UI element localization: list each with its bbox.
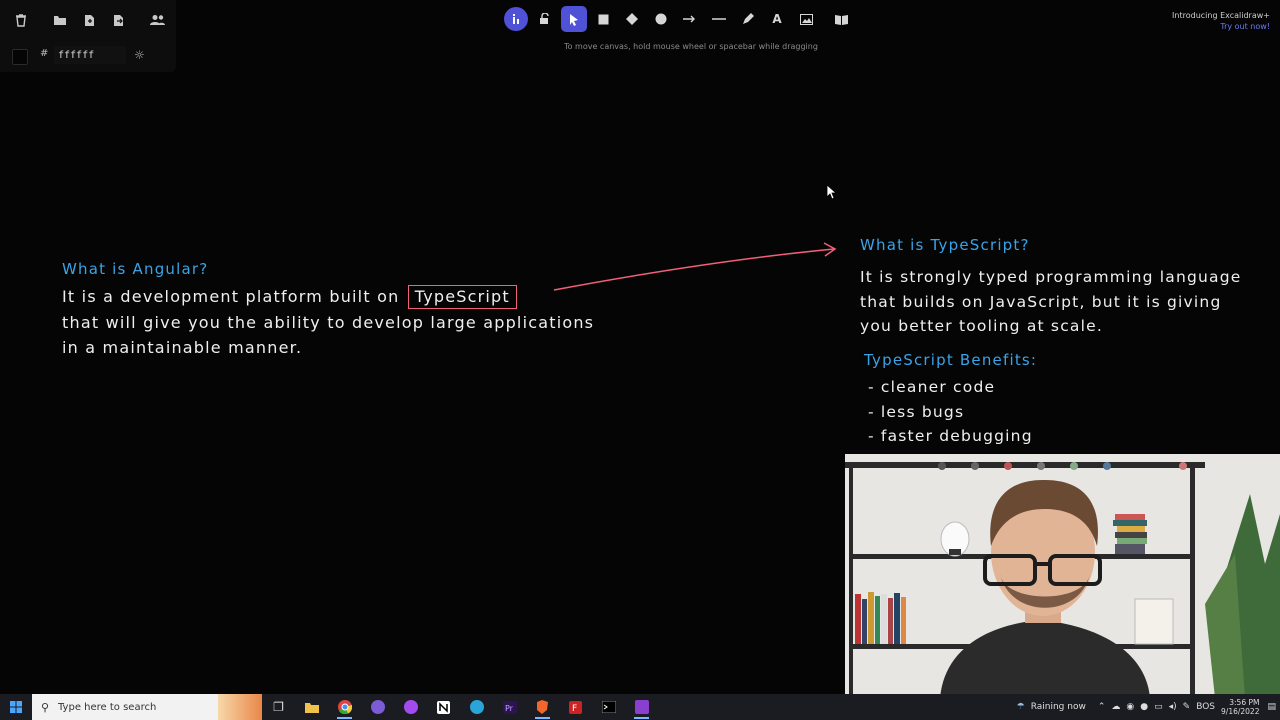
save-icon[interactable]	[77, 8, 101, 32]
brave-icon[interactable]	[526, 694, 559, 720]
svg-text:F: F	[572, 704, 577, 714]
open-folder-icon[interactable]	[48, 8, 72, 32]
background-color-swatch[interactable]	[12, 49, 28, 65]
ellipse-tool-icon[interactable]	[648, 6, 674, 32]
collaborate-icon[interactable]	[145, 8, 169, 32]
tray-overflow-icon[interactable]: ⌃	[1098, 702, 1106, 712]
promo-title: Introducing Excalidraw+	[1172, 11, 1270, 20]
canvas-hint: To move canvas, hold mouse wheel or spac…	[564, 42, 818, 51]
lock-icon[interactable]	[532, 6, 558, 32]
text-tool-icon[interactable]: A	[764, 6, 790, 32]
benefits-title[interactable]: TypeScript Benefits:	[864, 351, 1037, 369]
library-icon[interactable]	[828, 6, 854, 32]
typescript-line-1: It is strongly typed programming languag…	[860, 268, 1242, 286]
image-tool-icon[interactable]	[793, 6, 819, 32]
angular-line-3: in a maintainable manner.	[62, 338, 303, 357]
diamond-tool-icon[interactable]	[619, 6, 645, 32]
search-placeholder: Type here to search	[58, 701, 157, 713]
terminal-icon[interactable]	[592, 694, 625, 720]
export-icon[interactable]	[106, 8, 130, 32]
pen-icon[interactable]: ✎	[1183, 702, 1191, 712]
clock-time: 3:56 PM	[1229, 698, 1260, 707]
volume-icon[interactable]: ◂)	[1169, 702, 1177, 712]
typescript-highlight-box[interactable]: TypeScript	[407, 285, 517, 309]
typescript-description[interactable]: It is strongly typed programming languag…	[860, 265, 1280, 339]
shield-icon[interactable]: ◉	[1126, 702, 1134, 712]
webcam-overlay	[845, 454, 1280, 698]
typescript-title[interactable]: What is TypeScript?	[860, 236, 1030, 254]
angular-title[interactable]: What is Angular?	[62, 260, 208, 278]
arrow-tool-icon[interactable]	[677, 6, 703, 32]
onedrive-icon[interactable]: ☁	[1111, 702, 1120, 712]
mic-icon[interactable]: ●	[1140, 702, 1148, 712]
viber-icon[interactable]	[361, 694, 394, 720]
messenger-icon[interactable]	[394, 694, 427, 720]
notion-icon[interactable]	[427, 694, 460, 720]
file-explorer-icon[interactable]	[295, 694, 328, 720]
benefit-item: - cleaner code	[868, 378, 996, 396]
promo-link[interactable]: Try out now!	[1172, 21, 1270, 32]
typescript-line-3: you better tooling at scale.	[860, 317, 1103, 335]
rectangle-tool-icon[interactable]	[590, 6, 616, 32]
menu-panel: # ☼	[0, 0, 176, 72]
search-highlight-image	[218, 694, 262, 720]
presenter-video-frame	[845, 454, 1280, 698]
excalidraw-plus-promo[interactable]: Introducing Excalidraw+ Try out now!	[1172, 10, 1270, 32]
svg-text:Pr: Pr	[505, 704, 514, 713]
weather-icon[interactable]: ☂	[1017, 702, 1025, 712]
benefit-item: - faster debugging	[868, 427, 1033, 445]
typescript-line-2: that builds on JavaScript, but it is giv…	[860, 292, 1222, 311]
chrome-icon[interactable]	[328, 694, 361, 720]
weather-text[interactable]: Raining now	[1031, 702, 1086, 712]
premiere-icon[interactable]: Pr	[493, 694, 526, 720]
angular-line-1: It is a development platform built on	[62, 287, 400, 306]
angular-line-2: that will give you the ability to develo…	[62, 312, 595, 332]
mouse-cursor-icon	[826, 184, 838, 204]
notification-icon[interactable]: ▤	[1267, 702, 1276, 712]
library-info-icon[interactable]	[504, 7, 528, 31]
language-indicator[interactable]: BOS	[1196, 702, 1215, 712]
task-view-icon[interactable]: ❐	[262, 694, 295, 720]
search-icon: ⚲	[40, 700, 50, 714]
line-tool-icon[interactable]	[706, 6, 732, 32]
visual-studio-icon[interactable]	[625, 694, 658, 720]
taskbar-search[interactable]: ⚲ Type here to search	[32, 694, 262, 720]
angular-description[interactable]: It is a development platform built on Ty…	[62, 284, 682, 361]
chrome-alt-icon[interactable]	[460, 694, 493, 720]
windows-taskbar: ⚲ Type here to search ❐ Pr F ☂ Raining n…	[0, 694, 1280, 720]
system-tray: ☂ Raining now ⌃ ☁ ◉ ● ▭ ◂) ✎ BOS 3:56 PM…	[1017, 694, 1280, 720]
taskbar-clock[interactable]: 3:56 PM 9/16/2022	[1221, 698, 1259, 716]
trash-icon[interactable]	[9, 8, 33, 32]
shape-toolbar: A	[504, 6, 856, 32]
filezilla-icon[interactable]: F	[559, 694, 592, 720]
network-icon[interactable]: ▭	[1154, 702, 1163, 712]
benefits-list[interactable]: - cleaner code - less bugs - faster debu…	[868, 375, 1033, 449]
clock-date: 9/16/2022	[1221, 707, 1260, 716]
windows-start-icon[interactable]	[0, 694, 32, 720]
selection-tool-icon[interactable]	[561, 6, 587, 32]
benefit-item: - less bugs	[868, 402, 965, 421]
pencil-tool-icon[interactable]	[735, 6, 761, 32]
